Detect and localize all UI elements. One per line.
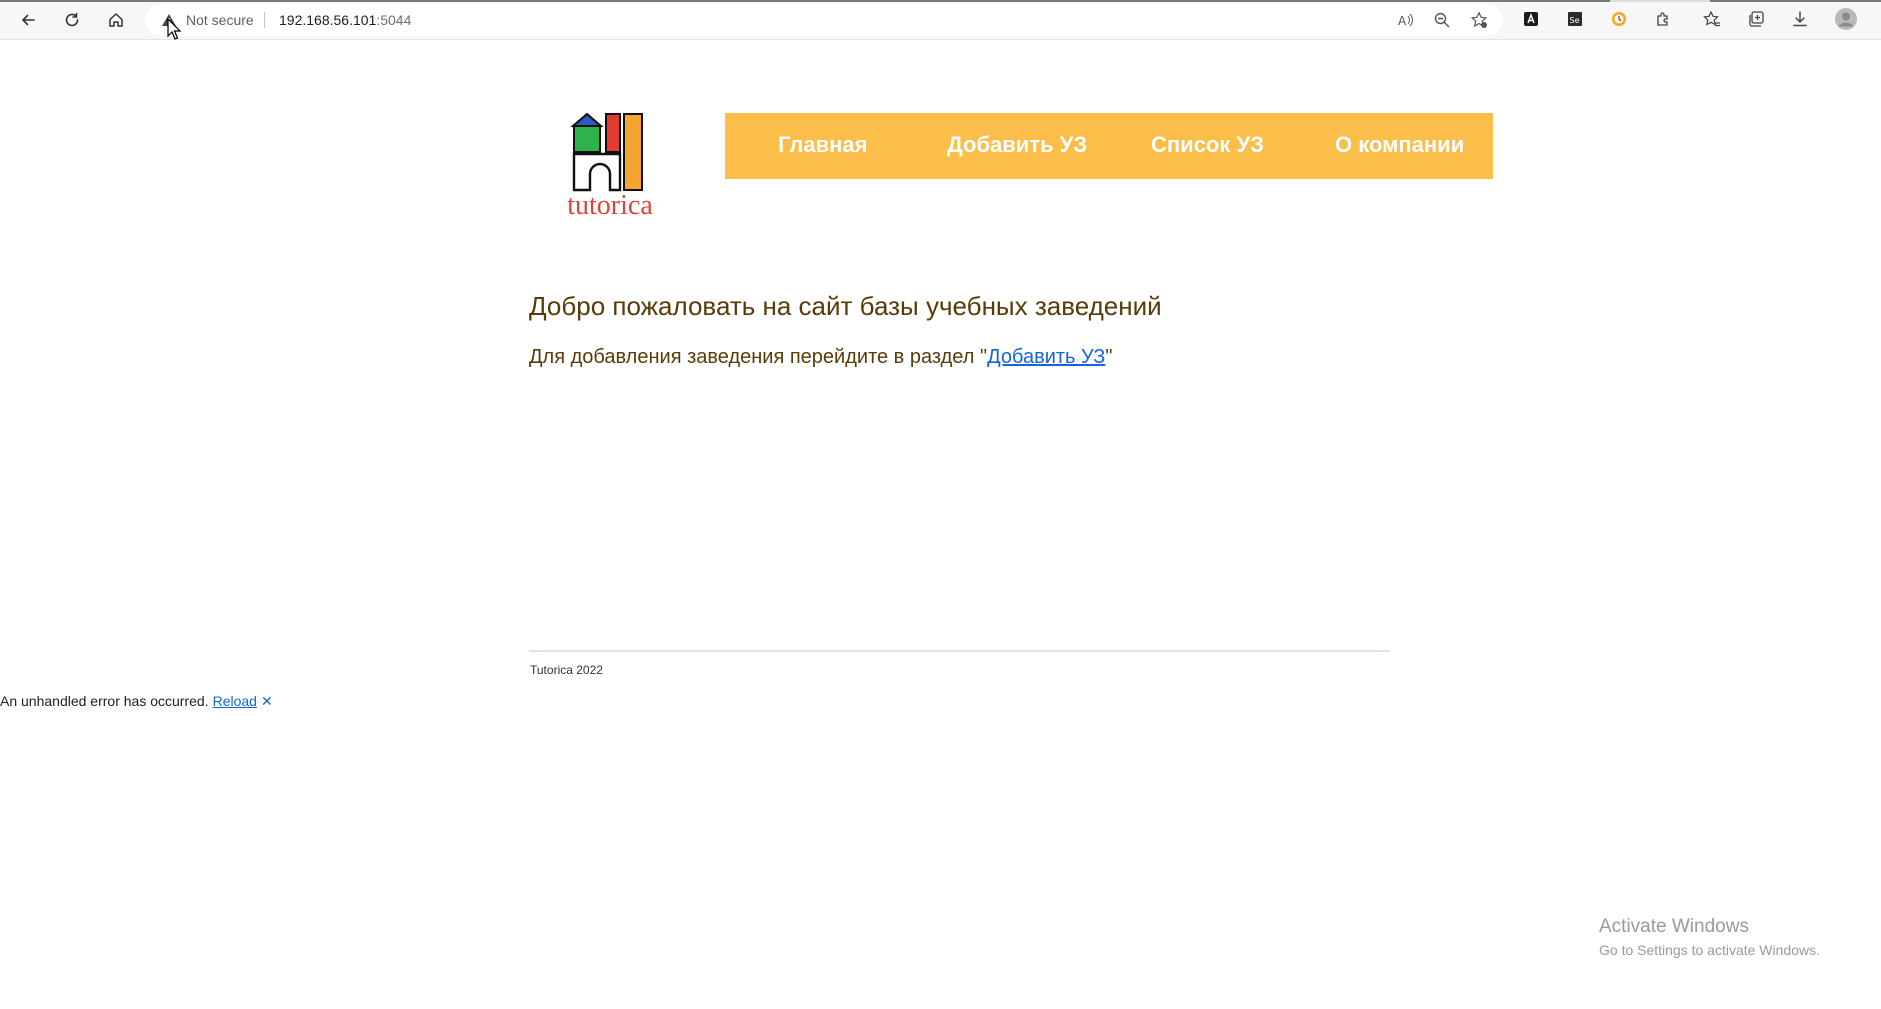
lead-suffix: " <box>1105 346 1113 368</box>
logo-towers-icon: tutorica <box>567 112 653 221</box>
extension-clock-icon <box>1612 12 1626 26</box>
nav-item-about[interactable]: О компании <box>1335 132 1464 158</box>
favorites-button[interactable] <box>1703 10 1721 28</box>
reload-icon <box>65 12 79 27</box>
reload-link[interactable]: Reload <box>213 693 257 709</box>
profile-button[interactable] <box>1835 8 1857 30</box>
downloads-icon <box>1793 11 1807 27</box>
svg-text:Se: Se <box>1570 16 1580 25</box>
watermark-title: Activate Windows <box>1599 916 1749 937</box>
favorite-add-icon[interactable] <box>1470 11 1488 29</box>
zoom-icon[interactable] <box>1433 11 1451 29</box>
home-button[interactable] <box>100 4 132 36</box>
mouse-cursor-icon <box>167 18 181 40</box>
dismiss-icon[interactable]: ✕ <box>261 693 273 709</box>
reload-button[interactable] <box>56 4 88 36</box>
url-text[interactable]: 192.168.56.101:5044 <box>279 12 411 28</box>
collections-icon <box>1749 11 1764 27</box>
collections-button[interactable] <box>1747 10 1765 28</box>
address-separator <box>264 12 265 28</box>
browser-toolbar: Not secure 192.168.56.101:5044 A Se <box>0 0 1881 40</box>
extension-clock-button[interactable] <box>1610 10 1628 28</box>
lead-text: Для добавления заведения перейдите в раз… <box>529 346 1112 369</box>
error-message: An unhandled error has occurred. <box>0 693 209 709</box>
activate-windows-watermark: Activate Windows Go to Settings to activ… <box>1599 916 1820 958</box>
back-icon <box>21 14 35 26</box>
extension-a-icon <box>1524 12 1538 26</box>
extension-se-icon: Se <box>1568 12 1582 26</box>
lead-prefix: Для добавления заведения перейдите в раз… <box>529 346 988 368</box>
read-aloud-icon[interactable]: A <box>1397 11 1415 29</box>
url-port: :5044 <box>376 12 412 28</box>
extensions-button[interactable] <box>1654 10 1672 28</box>
svg-text:A: A <box>1398 14 1407 28</box>
url-host: 192.168.56.101 <box>279 12 377 28</box>
home-icon <box>109 13 123 27</box>
favorites-icon <box>1703 10 1720 27</box>
address-bar[interactable]: Not secure 192.168.56.101:5044 A <box>145 4 1503 36</box>
back-button[interactable] <box>12 4 44 36</box>
page-title: Добро пожаловать на сайт базы учебных за… <box>529 291 1162 321</box>
extensions-icon <box>1657 12 1668 26</box>
nav-item-add[interactable]: Добавить УЗ <box>947 132 1087 158</box>
extension-a-button[interactable] <box>1522 10 1540 28</box>
footer-divider <box>529 650 1390 652</box>
nav-item-home[interactable]: Главная <box>778 132 867 158</box>
nav-item-list[interactable]: Список УЗ <box>1151 132 1264 158</box>
extension-se-button[interactable]: Se <box>1566 10 1584 28</box>
tab-strip-line <box>0 0 1881 2</box>
footer-text: Tutorica 2022 <box>530 663 603 677</box>
downloads-button[interactable] <box>1791 10 1809 28</box>
error-bar: An unhandled error has occurred. Reload ✕ <box>0 693 273 710</box>
main-nav: Главная Добавить УЗ Список УЗ О компании <box>725 113 1493 179</box>
site-logo[interactable]: tutorica <box>560 110 660 221</box>
security-label[interactable]: Not secure <box>186 12 254 28</box>
add-link[interactable]: Добавить УЗ <box>987 346 1105 368</box>
screen: Not secure 192.168.56.101:5044 A Se tuto… <box>0 0 1881 1009</box>
watermark-subtitle: Go to Settings to activate Windows. <box>1599 942 1820 958</box>
profile-icon <box>1835 8 1857 30</box>
logo-text: tutorica <box>567 190 653 220</box>
